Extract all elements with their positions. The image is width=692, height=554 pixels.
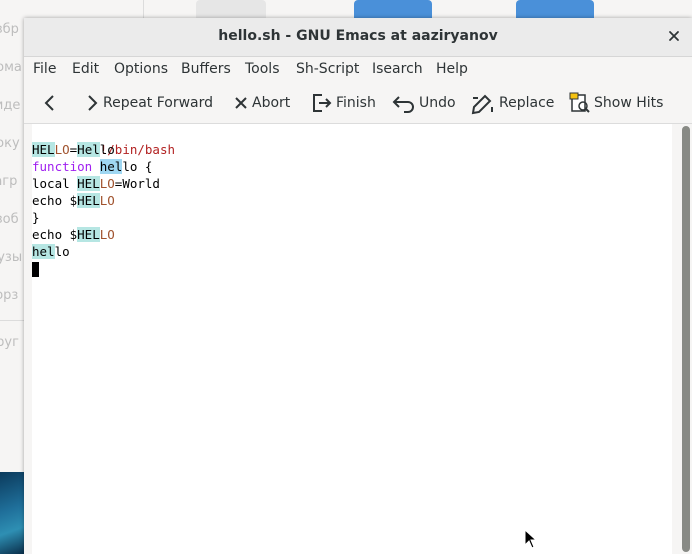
code-line: echo $HELLO: [32, 227, 115, 242]
code-line: function hello {: [32, 159, 153, 174]
background-divider: [143, 0, 144, 20]
undo-icon: [392, 96, 414, 113]
search-match: HEL: [77, 193, 100, 208]
close-icon: [669, 31, 679, 41]
menu-file[interactable]: File: [33, 61, 56, 77]
chevron-left-icon: [44, 95, 54, 111]
replace-button[interactable]: Replace: [470, 83, 554, 123]
search-match: hel: [32, 244, 55, 259]
finish-button[interactable]: Finish: [311, 83, 376, 123]
background-sidebar-item: Дома: [0, 60, 22, 75]
close-icon: [235, 97, 247, 109]
search-match: HEL: [77, 176, 100, 191]
abort-button[interactable]: Abort: [233, 83, 290, 123]
undo-button[interactable]: Undo: [392, 83, 456, 123]
menu-help[interactable]: Help: [436, 61, 468, 77]
scrollbar-thumb[interactable]: [682, 126, 690, 552]
code-line: }: [32, 210, 40, 225]
chevron-right-icon: [88, 95, 98, 111]
background-sidebar-item: Корз: [0, 288, 19, 303]
menu-sh-script[interactable]: Sh-Script: [296, 61, 359, 77]
tool-bar: Repeat Forward Abort Finish Undo Replace…: [24, 83, 692, 124]
background-sidebar-divider: [0, 320, 24, 321]
show-hits-label: Show Hits: [594, 95, 664, 111]
show-hits-button[interactable]: Show Hits: [569, 83, 663, 123]
menu-buffers[interactable]: Buffers: [181, 61, 231, 77]
background-sidebar-item: Загр: [0, 174, 18, 189]
emacs-window: hello.sh - GNU Emacs at aaziryanov File …: [24, 18, 692, 554]
left-fringe: [24, 124, 32, 554]
code-line: local HELLO=World: [32, 176, 160, 191]
background-sidebar-item: Избр: [0, 22, 19, 37]
back-button[interactable]: [42, 83, 58, 123]
replace-label: Replace: [499, 95, 555, 111]
code-line: hello: [32, 244, 70, 259]
search-match: HEL: [32, 142, 55, 157]
search-match: Hel: [77, 142, 100, 157]
window-title: hello.sh - GNU Emacs at aaziryanov: [218, 28, 498, 44]
background-folder-icon: [516, 0, 594, 20]
repeat-forward-label: Repeat Forward: [103, 95, 214, 111]
code-line: #!/bin/bash: [32, 124, 175, 157]
code-line: [32, 260, 175, 277]
background-sidebar-item: Виде: [0, 98, 21, 113]
finish-label: Finish: [336, 95, 376, 111]
menu-bar: File Edit Options Buffers Tools Sh-Scrip…: [24, 57, 692, 83]
menu-options[interactable]: Options: [114, 61, 168, 77]
background-sidebar-item: Друг: [0, 335, 19, 350]
code-area[interactable]: #!/bin/bash HELLO=Hello function hello {…: [32, 124, 175, 277]
close-button[interactable]: [664, 26, 684, 46]
menu-isearch[interactable]: Isearch: [372, 61, 423, 77]
background-sidebar-item: Изоб: [0, 212, 19, 227]
search-match: HEL: [77, 227, 100, 242]
menu-tools[interactable]: Tools: [245, 61, 280, 77]
repeat-forward-button[interactable]: Repeat Forward: [84, 83, 213, 123]
menu-edit[interactable]: Edit: [72, 61, 99, 77]
title-bar[interactable]: hello.sh - GNU Emacs at aaziryanov: [24, 18, 692, 57]
background-folder-icon: [354, 0, 432, 20]
mouse-pointer-icon: [524, 529, 538, 549]
code-line: echo $HELLO: [32, 193, 115, 208]
document-search-icon: [569, 92, 590, 113]
undo-label: Undo: [419, 95, 456, 111]
background-sidebar-item: Музы: [0, 250, 23, 265]
abort-label: Abort: [252, 95, 291, 111]
vertical-scrollbar[interactable]: [672, 124, 692, 554]
background-sidebar: Избр Дома Виде Доку Загр Изоб Музы Корз …: [0, 0, 24, 554]
background-wallpaper: [0, 472, 24, 554]
background-file-icon: [196, 0, 266, 20]
text-cursor: [32, 262, 39, 277]
exit-icon: [313, 94, 332, 112]
edit-pencil-icon: [471, 94, 493, 115]
background-sidebar-item: Доку: [0, 136, 20, 151]
editor-buffer[interactable]: #!/bin/bash HELLO=Hello function hello {…: [24, 124, 692, 554]
search-match-current: hel: [99, 159, 123, 174]
